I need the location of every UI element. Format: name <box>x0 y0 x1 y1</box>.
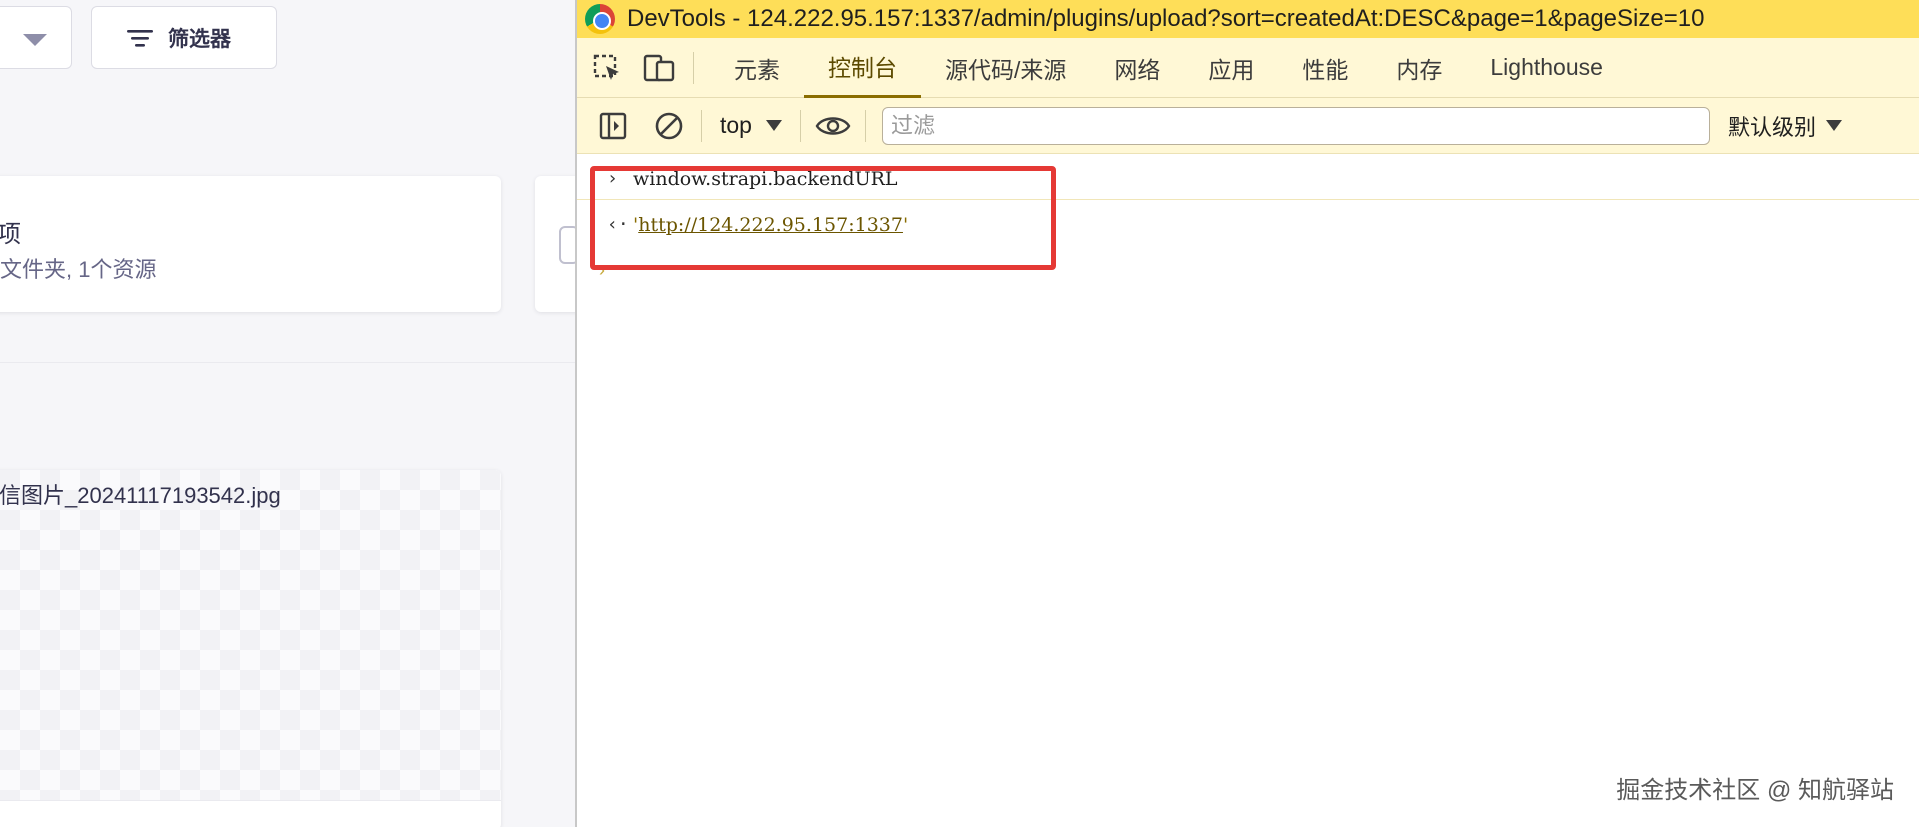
asset-file-name: 信图片_20241117193542.jpg <box>0 483 281 508</box>
asset-preview-image <box>0 470 501 800</box>
section-divider <box>0 362 575 363</box>
folder-subtitle: 文件夹, 1个资源 <box>0 257 157 282</box>
tab-network[interactable]: 网络 <box>1090 38 1184 98</box>
filters-button[interactable]: 筛选器 <box>91 6 277 69</box>
console-panel[interactable]: › window.strapi.backendURL ‹· 'http://12… <box>577 154 1919 827</box>
strapi-media-library: 筛选器 项 文件夹, 1个资源 信图片_20241117193542.jpg <box>0 0 575 827</box>
chevron-down-icon <box>1826 120 1842 131</box>
console-toolbar: top 默认级别 <box>577 98 1919 154</box>
devtools-titlebar: DevTools - 124.222.95.157:1337/admin/plu… <box>577 0 1919 38</box>
chevron-down-icon <box>23 34 47 46</box>
asset-card[interactable]: 信图片_20241117193542.jpg <box>0 470 501 827</box>
log-level-selector[interactable]: 默认级别 <box>1728 110 1842 142</box>
window-title: DevTools - 124.222.95.157:1337/admin/plu… <box>627 5 1705 32</box>
tab-memory[interactable]: 内存 <box>1372 38 1466 98</box>
output-prompt-icon: ‹· <box>607 214 629 235</box>
toolbar-separator <box>701 109 702 142</box>
console-output-link[interactable]: http://124.222.95.157:1337 <box>638 214 903 236</box>
tab-sources[interactable]: 源代码/来源 <box>921 38 1090 98</box>
filter-icon <box>127 29 153 47</box>
chrome-logo-icon <box>585 4 615 34</box>
tab-application[interactable]: 应用 <box>1184 38 1278 98</box>
folder-card[interactable]: 项 文件夹, 1个资源 <box>0 176 501 312</box>
inspect-element-icon[interactable] <box>585 46 629 90</box>
folder-title: 项 <box>0 221 21 248</box>
toolbar-separator <box>799 109 801 142</box>
devtools-tabbar: 元素 控制台 源代码/来源 网络 应用 性能 内存 Lighthouse <box>577 38 1919 98</box>
devtools-window: DevTools - 124.222.95.157:1337/admin/plu… <box>575 0 1919 827</box>
sidebar-toggle-icon[interactable] <box>593 106 633 146</box>
console-input-entry: › window.strapi.backendURL <box>577 162 1919 200</box>
tab-performance[interactable]: 性能 <box>1278 38 1372 98</box>
console-input-text: window.strapi.backendURL <box>633 168 898 190</box>
toolbar-separator <box>693 51 694 84</box>
clear-console-icon[interactable] <box>649 106 689 146</box>
chevron-down-icon <box>765 120 782 131</box>
tab-console[interactable]: 控制台 <box>804 38 921 98</box>
console-next-prompt-icon[interactable]: › <box>599 260 605 281</box>
console-filter-input[interactable] <box>881 106 1710 145</box>
toolbar-separator <box>864 109 866 142</box>
tab-elements[interactable]: 元素 <box>710 38 804 98</box>
sort-dropdown[interactable] <box>0 6 72 69</box>
folder-card-partial[interactable] <box>535 176 575 312</box>
filters-button-label: 筛选器 <box>168 27 231 51</box>
console-output-entry: 'http://124.222.95.157:1337' <box>633 214 908 236</box>
asset-card-divider <box>0 800 501 801</box>
log-level-label: 默认级别 <box>1727 114 1816 140</box>
tab-lighthouse[interactable]: Lighthouse <box>1466 38 1627 98</box>
watermark: 掘金技术社区 @ 知航驿站 <box>1616 777 1894 804</box>
select-checkbox[interactable] <box>559 226 575 264</box>
string-quote-close: ' <box>902 214 909 236</box>
context-selector-label: top <box>720 112 752 138</box>
device-toolbar-icon[interactable] <box>637 46 681 90</box>
input-prompt-icon: › <box>607 168 618 189</box>
context-selector[interactable]: top <box>714 112 788 139</box>
live-expression-eye-icon[interactable] <box>813 106 853 146</box>
